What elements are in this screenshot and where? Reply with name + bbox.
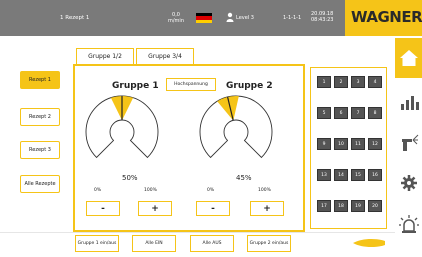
spray-shape-icon <box>353 238 385 248</box>
german-flag-icon[interactable] <box>196 13 212 23</box>
gun-cell[interactable]: 4 <box>368 76 382 88</box>
gun-cell[interactable]: 12 <box>368 138 382 150</box>
all-off-button[interactable]: Alle AUS <box>190 235 234 252</box>
group-1-min: 0% <box>94 188 102 193</box>
group-2-gauge[interactable] <box>196 90 276 170</box>
spray-gun-icon <box>401 134 418 151</box>
recipe-1-button[interactable]: Rezept 1 <box>20 71 60 89</box>
gun-cell[interactable]: 8 <box>368 107 382 119</box>
group-2-plus-button[interactable]: + <box>250 201 284 216</box>
header-time: 08:43:23 <box>311 17 334 23</box>
sidebar-statistics[interactable] <box>395 82 422 122</box>
sidebar-home[interactable] <box>395 38 422 78</box>
gun-cell[interactable]: 18 <box>334 200 348 212</box>
speed-unit: m/min <box>168 18 184 24</box>
gun-cell[interactable]: 10 <box>334 138 348 150</box>
bottom-separator <box>0 232 395 233</box>
header-bar: 1 Rezept 1 0,0 m/min Level 3 1-1-1-1 20.… <box>0 0 422 36</box>
gun-cell[interactable]: 3 <box>351 76 365 88</box>
all-on-button[interactable]: Alle EIN <box>132 235 176 252</box>
gun-cell[interactable]: 13 <box>317 169 331 181</box>
recipe-3-button[interactable]: Rezept 3 <box>20 141 60 159</box>
group-2-toggle-button[interactable]: Gruppe 2 ein/aus <box>247 235 291 252</box>
header-speed: 0,0 m/min <box>168 12 184 24</box>
gun-cell[interactable]: 14 <box>334 169 348 181</box>
sidebar-settings[interactable] <box>395 162 422 202</box>
group-1-plus-button[interactable]: + <box>138 201 172 216</box>
alarm-light-icon <box>398 215 419 233</box>
group-1-percent: 50% <box>122 174 138 182</box>
header-level[interactable]: Level 3 <box>236 15 254 21</box>
gun-cell[interactable]: 6 <box>334 107 348 119</box>
group-2-min: 0% <box>207 188 215 193</box>
tab-gruppe-1-2[interactable]: Gruppe 1/2 <box>76 48 134 64</box>
chart-bars-icon <box>400 96 419 110</box>
user-icon <box>226 12 234 22</box>
gun-cell[interactable]: 17 <box>317 200 331 212</box>
gun-cell[interactable]: 11 <box>351 138 365 150</box>
group-2-max: 100% <box>258 188 271 193</box>
sidebar-alarm[interactable] <box>395 204 422 244</box>
settings-gear-icon <box>400 175 417 191</box>
header-recipe: 1 Rezept 1 <box>60 15 90 21</box>
recipe-2-button[interactable]: Rezept 2 <box>20 108 60 126</box>
group-2-minus-button[interactable]: - <box>196 201 230 216</box>
logo-text: WAGNER <box>351 8 422 26</box>
gun-cell[interactable]: 9 <box>317 138 331 150</box>
group-2-percent: 45% <box>236 174 252 182</box>
header-counter: 1-1-1-1 <box>283 15 302 21</box>
sidebar-spray[interactable] <box>395 122 422 162</box>
gun-cell[interactable]: 2 <box>334 76 348 88</box>
gun-cell[interactable]: 16 <box>368 169 382 181</box>
right-sidebar <box>395 36 422 257</box>
group-1-gauge[interactable] <box>82 90 162 170</box>
gun-cell[interactable]: 1 <box>317 76 331 88</box>
header-datetime: 20.09.18 08:43:23 <box>311 11 333 23</box>
tab-gruppe-3-4[interactable]: Gruppe 3/4 <box>136 48 194 64</box>
group-1-max: 100% <box>144 188 157 193</box>
gun-cell[interactable]: 19 <box>351 200 365 212</box>
group-1-toggle-button[interactable]: Gruppe 1 ein/aus <box>75 235 119 252</box>
gun-cell[interactable]: 5 <box>317 107 331 119</box>
home-icon <box>399 50 418 66</box>
wagner-logo: WAGNER <box>345 0 422 36</box>
gun-cell[interactable]: 15 <box>351 169 365 181</box>
all-recipes-button[interactable]: Alle Rezepte <box>20 175 60 193</box>
gun-cell[interactable]: 20 <box>368 200 382 212</box>
gun-cell[interactable]: 7 <box>351 107 365 119</box>
group-1-minus-button[interactable]: - <box>86 201 120 216</box>
